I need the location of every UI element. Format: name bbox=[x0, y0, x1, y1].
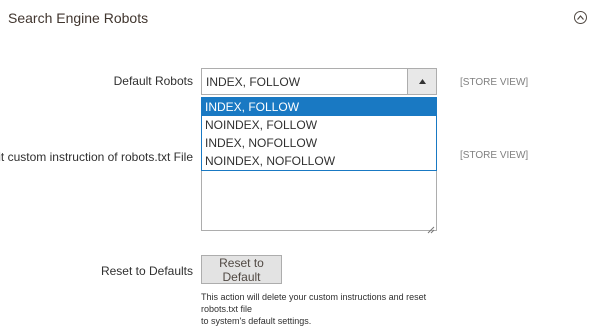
reset-to-defaults-label: Reset to Defaults bbox=[100, 264, 193, 278]
default-robots-label: Default Robots bbox=[113, 74, 193, 88]
reset-note: This action will delete your custom inst… bbox=[201, 291, 461, 327]
default-robots-selected-value: INDEX, FOLLOW bbox=[206, 75, 301, 89]
custom-instruction-scope: [STORE VIEW] bbox=[460, 150, 529, 161]
caret-up-icon bbox=[407, 69, 436, 94]
custom-instruction-label: Edit custom instruction of robots.txt Fi… bbox=[0, 150, 193, 164]
default-robots-select[interactable]: INDEX, FOLLOW bbox=[201, 68, 437, 95]
section-title[interactable]: Search Engine Robots bbox=[8, 10, 148, 26]
default-robots-scope: [STORE VIEW] bbox=[460, 77, 529, 88]
collapse-toggle-button[interactable] bbox=[574, 11, 587, 24]
resize-grip-icon[interactable] bbox=[427, 221, 435, 234]
dropdown-option-index-nofollow[interactable]: INDEX, NOFOLLOW bbox=[202, 134, 436, 152]
dropdown-option-index-follow[interactable]: INDEX, FOLLOW bbox=[202, 98, 436, 116]
default-robots-dropdown[interactable]: INDEX, FOLLOW NOINDEX, FOLLOW INDEX, NOF… bbox=[201, 97, 437, 171]
chevron-up-icon bbox=[577, 15, 584, 20]
reset-note-line-2: to system's default settings. bbox=[201, 316, 312, 326]
reset-note-line-1: This action will delete your custom inst… bbox=[201, 292, 427, 314]
reset-to-default-button[interactable]: Reset to Default bbox=[201, 255, 282, 284]
dropdown-option-noindex-nofollow[interactable]: NOINDEX, NOFOLLOW bbox=[202, 152, 436, 170]
dropdown-option-noindex-follow[interactable]: NOINDEX, FOLLOW bbox=[202, 116, 436, 134]
